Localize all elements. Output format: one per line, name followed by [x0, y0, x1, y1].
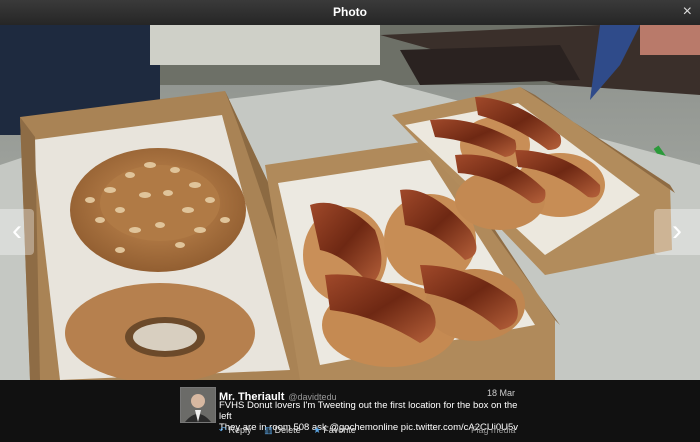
avatar[interactable] — [180, 387, 216, 423]
chevron-left-icon: ‹ — [12, 214, 22, 247]
reply-button[interactable]: ↶ Reply — [219, 425, 252, 435]
reply-label: Reply — [228, 425, 252, 435]
close-icon[interactable]: × — [683, 4, 692, 20]
chevron-right-icon: › — [672, 214, 682, 247]
favorite-button[interactable]: ★ Favorite — [313, 425, 356, 435]
previous-photo-button[interactable]: ‹ — [0, 209, 34, 255]
donut-boxes-photo — [0, 25, 700, 380]
viewer-title: Photo — [333, 5, 367, 19]
trash-icon: ▥ — [264, 425, 273, 435]
next-photo-button[interactable]: › — [654, 209, 700, 255]
tweet-actions: ↶ Reply ▥ Delete ★ Favorite — [219, 425, 366, 436]
tweet-date[interactable]: 18 Mar — [487, 388, 515, 398]
star-icon: ★ — [313, 425, 322, 435]
delete-label: Delete — [274, 425, 301, 435]
photo-viewer: Photo × ‹ › Mr. Theriault @davidtedu 18 … — [0, 0, 700, 442]
title-bar: Photo × — [0, 0, 700, 26]
flag-media-link[interactable]: Flag media — [471, 425, 516, 435]
favorite-label: Favorite — [323, 425, 356, 435]
reply-icon: ↶ — [219, 425, 227, 435]
delete-button[interactable]: ▥ Delete — [264, 425, 301, 435]
tweet-text-line: FVHS Donut lovers I'm Tweeting out the f… — [219, 400, 518, 422]
tweet-header: Mr. Theriault @davidtedu 18 Mar — [219, 387, 515, 403]
